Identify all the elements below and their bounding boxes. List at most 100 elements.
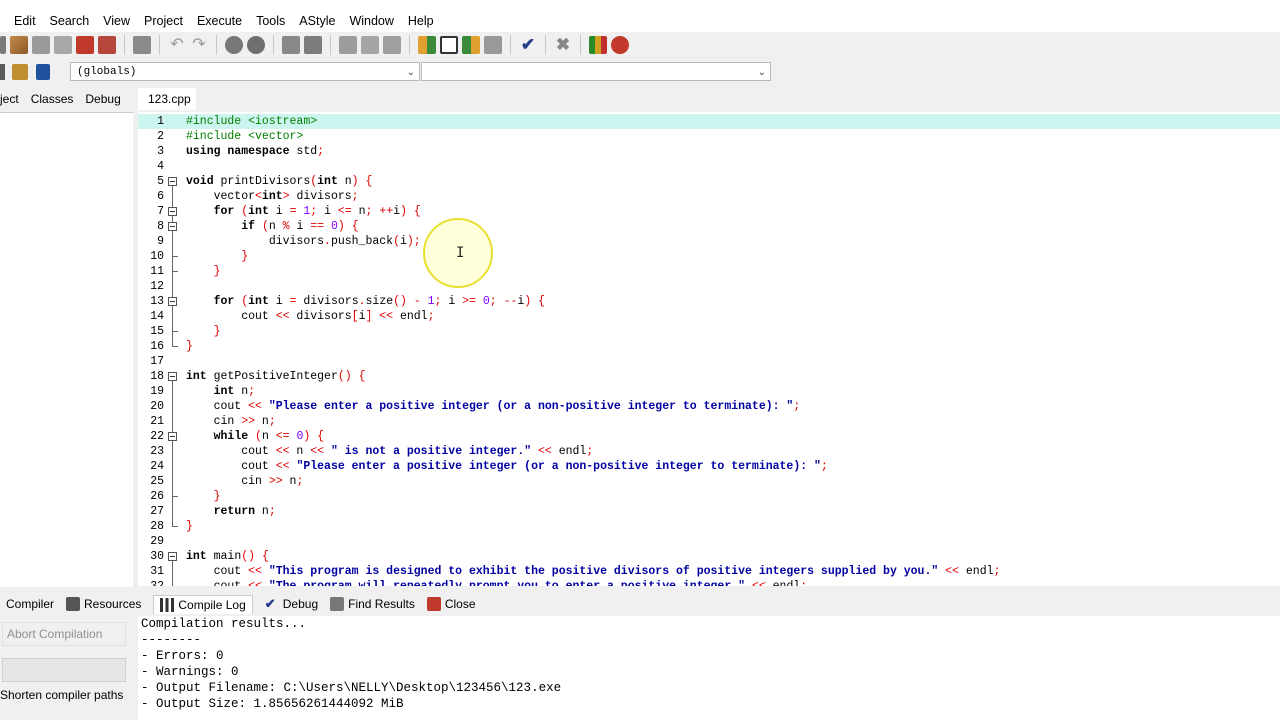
save-all-icon[interactable] bbox=[54, 36, 72, 54]
member-combo[interactable]: ⌄ bbox=[421, 62, 771, 81]
redo-icon[interactable]: ↷ bbox=[190, 36, 208, 54]
code-line[interactable]: 17 bbox=[150, 354, 1280, 369]
code-line[interactable]: 21 cin >> n; bbox=[150, 414, 1280, 429]
toolbar-edge-icon[interactable] bbox=[0, 36, 6, 54]
tab-find-results[interactable]: Find Results bbox=[330, 597, 415, 611]
menu-project[interactable]: Project bbox=[137, 14, 190, 28]
code-line[interactable]: 18 int getPositiveInteger() { bbox=[150, 369, 1280, 384]
find-icon[interactable] bbox=[225, 36, 243, 54]
code-line[interactable]: 19 int n; bbox=[150, 384, 1280, 399]
code-line[interactable]: 6 vector<int> divisors; bbox=[157, 189, 1280, 204]
menu-edit[interactable]: Edit bbox=[0, 14, 43, 28]
code-line[interactable]: 20 cout << "Please enter a positive inte… bbox=[150, 399, 1280, 414]
menu-tools[interactable]: Tools bbox=[249, 14, 292, 28]
code-line[interactable]: 13 for (int i = divisors.size() - 1; i >… bbox=[150, 294, 1280, 309]
tab-classes[interactable]: Classes bbox=[25, 92, 80, 106]
code-line[interactable]: 7 for (int i = 1; i <= n; ++i) { bbox=[157, 204, 1280, 219]
compile-log-output[interactable]: Compilation results... -------- - Errors: … bbox=[138, 616, 1280, 720]
window-icon[interactable] bbox=[440, 36, 458, 54]
editor-tab-file[interactable]: 123.cpp bbox=[138, 88, 196, 110]
indent-icon[interactable] bbox=[282, 36, 300, 54]
code-line[interactable]: 8 if (n % i == 0) { bbox=[157, 219, 1280, 234]
close-file-icon[interactable] bbox=[76, 36, 94, 54]
code-line[interactable]: 14 cout << divisors[i] << endl; bbox=[150, 309, 1280, 324]
code-line[interactable]: 10 } bbox=[150, 249, 1280, 264]
code-line[interactable]: 2 #include <vector> bbox=[157, 129, 1280, 144]
code-line[interactable]: 31 cout << "This program is designed to … bbox=[150, 564, 1280, 579]
print-icon[interactable] bbox=[133, 36, 151, 54]
fold-toggle[interactable] bbox=[168, 297, 177, 306]
code-line[interactable]: 28} bbox=[150, 519, 1280, 534]
tab-compile-log[interactable]: Compile Log bbox=[153, 594, 253, 614]
line-number: 18 bbox=[150, 370, 164, 383]
code-text: for (int i = 1; i <= n; ++i) { bbox=[213, 205, 421, 218]
menu-astyle[interactable]: AStyle bbox=[292, 14, 342, 28]
code-line[interactable]: 30 int main() { bbox=[150, 549, 1280, 564]
menu-search[interactable]: Search bbox=[43, 14, 97, 28]
code-line[interactable]: 12 bbox=[150, 279, 1280, 294]
fold-margin[interactable] bbox=[164, 112, 180, 586]
project-tree[interactable] bbox=[0, 112, 133, 587]
code-line[interactable]: 22 while (n <= 0) { bbox=[150, 429, 1280, 444]
profile-icon[interactable] bbox=[611, 36, 629, 54]
code-line[interactable]: 27 return n; bbox=[150, 504, 1280, 519]
code-line[interactable]: 9 divisors.push_back(i); bbox=[157, 234, 1280, 249]
code-text: cout << "The program will repeatedly pro… bbox=[186, 580, 808, 586]
code-line[interactable]: 1 #include <iostream> bbox=[138, 114, 1280, 129]
code-line[interactable]: 4 bbox=[157, 159, 1280, 174]
tab-compiler[interactable]: Compiler bbox=[6, 597, 54, 611]
stop-icon[interactable]: ✖ bbox=[554, 36, 572, 54]
check-syntax-icon[interactable]: ✔ bbox=[519, 36, 537, 54]
tab-project[interactable]: ject bbox=[0, 92, 25, 106]
fold-toggle[interactable] bbox=[168, 177, 177, 186]
menu-execute[interactable]: Execute bbox=[190, 14, 249, 28]
back-icon[interactable] bbox=[339, 36, 357, 54]
code-line[interactable]: 5 void printDivisors(int n) { bbox=[157, 174, 1280, 189]
undo-icon[interactable]: ↶ bbox=[168, 36, 186, 54]
code-line[interactable]: 15 } bbox=[150, 324, 1280, 339]
goto-line-icon[interactable] bbox=[304, 36, 322, 54]
code-line[interactable]: 24 cout << "Please enter a positive inte… bbox=[150, 459, 1280, 474]
line-number: 29 bbox=[150, 535, 164, 548]
fold-toggle[interactable] bbox=[168, 552, 177, 561]
shorten-paths-checkbox[interactable]: Shorten compiler paths bbox=[0, 688, 123, 702]
code-line[interactable]: 16} bbox=[150, 339, 1280, 354]
menu-window[interactable]: Window bbox=[342, 14, 400, 28]
tab-debug-bottom[interactable]: ✔ Debug bbox=[265, 597, 318, 612]
code-line[interactable]: 25 cin >> n; bbox=[150, 474, 1280, 489]
menu-view[interactable]: View bbox=[96, 14, 137, 28]
code-area[interactable]: 1 #include <iostream> 2 #include <vector> 3 u… bbox=[138, 114, 1280, 586]
fold-toggle[interactable] bbox=[168, 432, 177, 441]
class-browser-icon[interactable] bbox=[484, 36, 502, 54]
replace-icon[interactable] bbox=[247, 36, 265, 54]
menu-help[interactable]: Help bbox=[401, 14, 441, 28]
fold-guide bbox=[172, 271, 178, 272]
abort-compilation-button[interactable]: Abort Compilation bbox=[2, 622, 126, 646]
bookmark-list-icon[interactable] bbox=[36, 64, 50, 80]
tab-resources[interactable]: Resources bbox=[66, 597, 141, 611]
tab-close[interactable]: Close bbox=[426, 597, 476, 611]
code-line[interactable]: 3 using namespace std; bbox=[157, 144, 1280, 159]
new-project-icon[interactable] bbox=[418, 36, 436, 54]
bookmark-icon[interactable] bbox=[383, 36, 401, 54]
tab-debug[interactable]: Debug bbox=[79, 92, 126, 106]
save-icon[interactable] bbox=[32, 36, 50, 54]
log-line: - Warnings: 0 bbox=[141, 665, 239, 679]
fold-toggle[interactable] bbox=[168, 222, 177, 231]
fold-toggle[interactable] bbox=[168, 372, 177, 381]
goto-icon[interactable] bbox=[12, 64, 28, 80]
code-line[interactable]: 26 } bbox=[150, 489, 1280, 504]
code-line[interactable]: 32 cout << "The program will repeatedly … bbox=[150, 579, 1280, 586]
close-all-icon[interactable] bbox=[98, 36, 116, 54]
open-file-icon[interactable] bbox=[10, 36, 28, 54]
code-text: cout << divisors[i] << endl; bbox=[186, 310, 435, 323]
code-editor[interactable]: 1 #include <iostream> 2 #include <vector> 3 u… bbox=[138, 112, 1280, 586]
chart-icon[interactable] bbox=[589, 36, 607, 54]
code-line[interactable]: 29 bbox=[150, 534, 1280, 549]
code-line[interactable]: 23 cout << n << " is not a positive inte… bbox=[150, 444, 1280, 459]
code-line[interactable]: 11 } bbox=[150, 264, 1280, 279]
scope-combo[interactable]: (globals) ⌄ bbox=[70, 62, 420, 81]
project-options-icon[interactable] bbox=[462, 36, 480, 54]
forward-icon[interactable] bbox=[361, 36, 379, 54]
fold-toggle[interactable] bbox=[168, 207, 177, 216]
